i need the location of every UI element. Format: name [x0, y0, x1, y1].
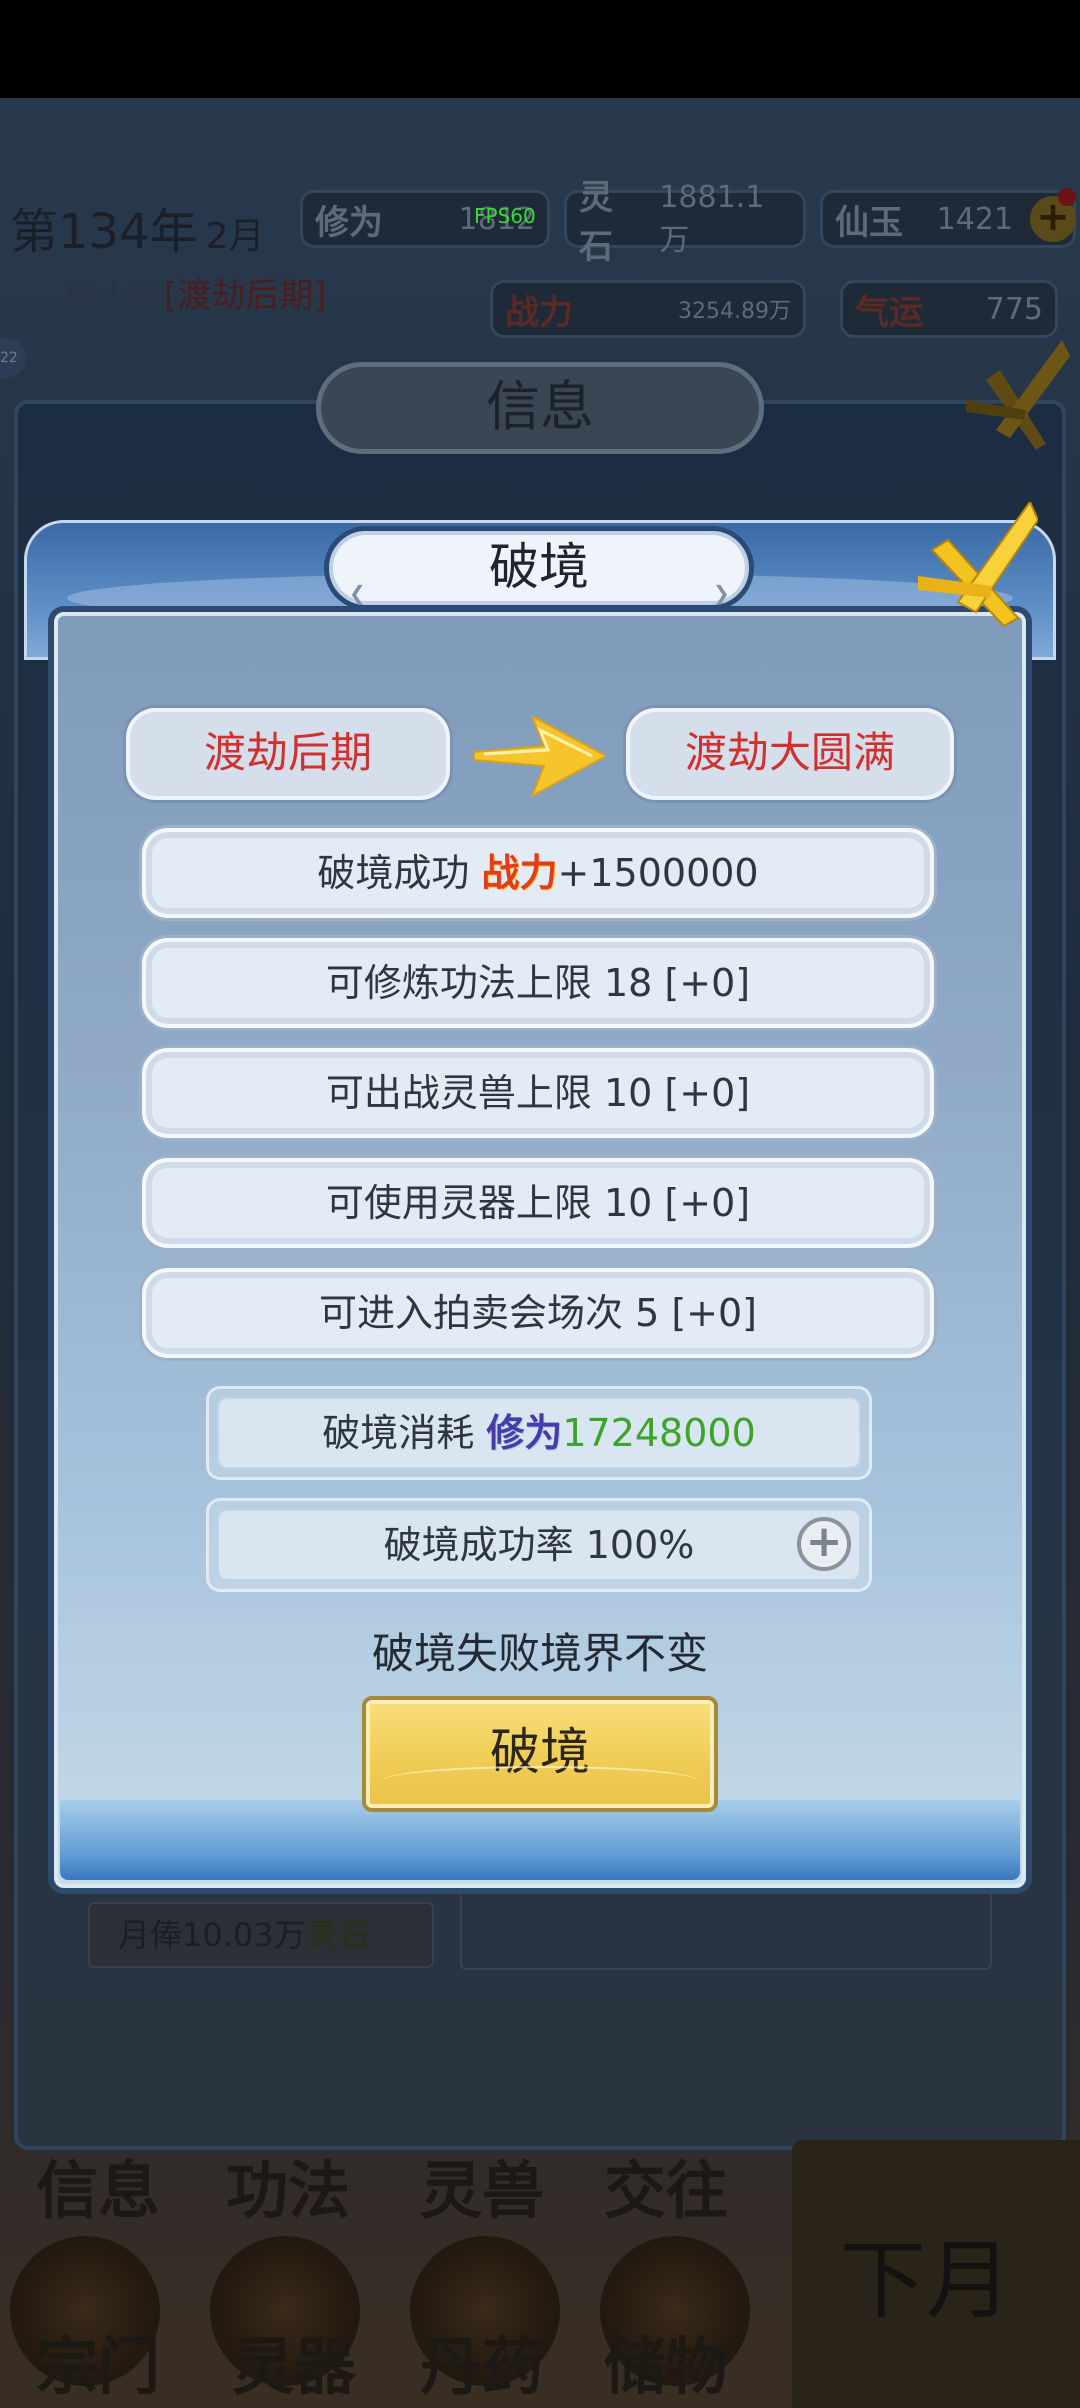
effect-power-prefix: 破境成功: [317, 851, 482, 895]
cost-keyword: 修为: [486, 1410, 563, 1455]
notification-dot: [1058, 188, 1076, 206]
cost-value: 17248000: [562, 1411, 756, 1455]
year-label: 第134年: [10, 204, 198, 260]
status-bar: 第134年 2月 修为 1812 FPS60 灵石 1881.1万 仙玉 1421…: [0, 178, 1080, 340]
breakthrough-title-text: 破境: [489, 538, 589, 596]
nav-item-beasts[interactable]: 灵兽: [420, 2140, 544, 2230]
player-name: 林小雅: [62, 276, 164, 316]
nav-item-sect[interactable]: 宗门: [36, 2316, 160, 2406]
nav-item-skills[interactable]: 功法: [226, 2140, 350, 2230]
realm-bracket-open: [: [164, 276, 178, 316]
effect-row-skills: 可修炼功法上限 18 [+0]: [142, 938, 934, 1028]
xiuwei-label: 修为: [315, 202, 383, 243]
effect-row-artifacts: 可使用灵器上限 10 [+0]: [142, 1158, 934, 1248]
effect-row-auction: 可进入拍卖会场次 5 [+0]: [142, 1268, 934, 1358]
effect-power-keyword: 战力: [481, 850, 558, 895]
zhanli-value: 3254.89万: [678, 299, 791, 324]
success-rate-inner: 破境成功率 100%: [217, 1509, 861, 1581]
nav-item-storage[interactable]: 储物: [604, 2316, 728, 2406]
fps-counter: FPS60: [474, 204, 536, 228]
effect-power-value: +1500000: [557, 851, 759, 895]
breakthrough-title: ❮ 破境 ❯: [324, 526, 754, 610]
increase-rate-plus-icon[interactable]: +: [797, 1517, 851, 1571]
nav-item-social[interactable]: 交往: [604, 2140, 728, 2230]
target-realm: 渡劫大圆满: [626, 708, 954, 800]
resource-zhanli[interactable]: 战力 3254.89万: [490, 280, 806, 338]
failure-note: 破境失败境界不变: [371, 1629, 708, 1678]
breakthrough-cost: 破境消耗 修为17248000: [206, 1386, 872, 1480]
cost-label: 破境消耗: [322, 1411, 487, 1455]
effect-row-power: 破境成功 战力+1500000: [142, 828, 934, 918]
lingshi-value: 1881.1万: [659, 179, 765, 258]
qiyun-label: 气运: [855, 292, 923, 333]
lingshi-label: 灵石: [579, 178, 613, 267]
arrow-right-icon: [474, 716, 606, 796]
success-rate-row: 破境成功率 100% +: [206, 1498, 872, 1592]
info-panel-title: 信息: [316, 362, 764, 454]
nav-item-pill[interactable]: 丹药: [420, 2316, 544, 2406]
player-name-realm: 林小雅[渡劫后期]: [62, 268, 327, 317]
button-wave-decoration: [382, 1766, 698, 1796]
resource-lingshi[interactable]: 灵石 1881.1万: [564, 178, 806, 267]
next-month-label: 下月: [840, 2231, 1012, 2331]
success-rate-text: 破境成功率 100%: [383, 1523, 695, 1567]
title-deco-left-icon: ❮: [349, 581, 366, 605]
qiyun-value: 775: [985, 291, 1043, 327]
breakthrough-footer-decoration: [60, 1800, 1020, 1880]
title-deco-right-icon: ❯: [713, 581, 730, 605]
xianyu-label: 仙玉: [835, 202, 903, 243]
salary-label: 月俸10.03万: [118, 1916, 306, 1954]
realm-bracket-close: ]: [313, 276, 327, 316]
info-empty-slot: [460, 1890, 992, 1970]
current-realm: 渡劫后期: [126, 708, 450, 800]
resource-qiyun[interactable]: 气运 775: [840, 280, 1058, 338]
month-label: 2月: [205, 216, 265, 257]
salary-currency: 灵石: [305, 1916, 370, 1954]
zhanli-label: 战力: [505, 292, 573, 333]
breakthrough-button[interactable]: 破境: [362, 1696, 718, 1812]
info-close-icon[interactable]: [966, 340, 1070, 460]
player-realm: 渡劫后期: [177, 276, 314, 316]
effect-row-beasts: 可出战灵兽上限 10 [+0]: [142, 1048, 934, 1138]
xianyu-value: 1421: [936, 201, 1013, 237]
cost-inner: 破境消耗 修为17248000: [217, 1397, 861, 1469]
nav-item-info[interactable]: 信息: [36, 2140, 160, 2230]
year-month-display: 第134年 2月: [10, 192, 265, 262]
close-icon[interactable]: [918, 502, 1038, 630]
nav-item-artifact[interactable]: 灵器: [232, 2316, 356, 2406]
monthly-salary: 月俸10.03万灵石: [88, 1902, 434, 1968]
